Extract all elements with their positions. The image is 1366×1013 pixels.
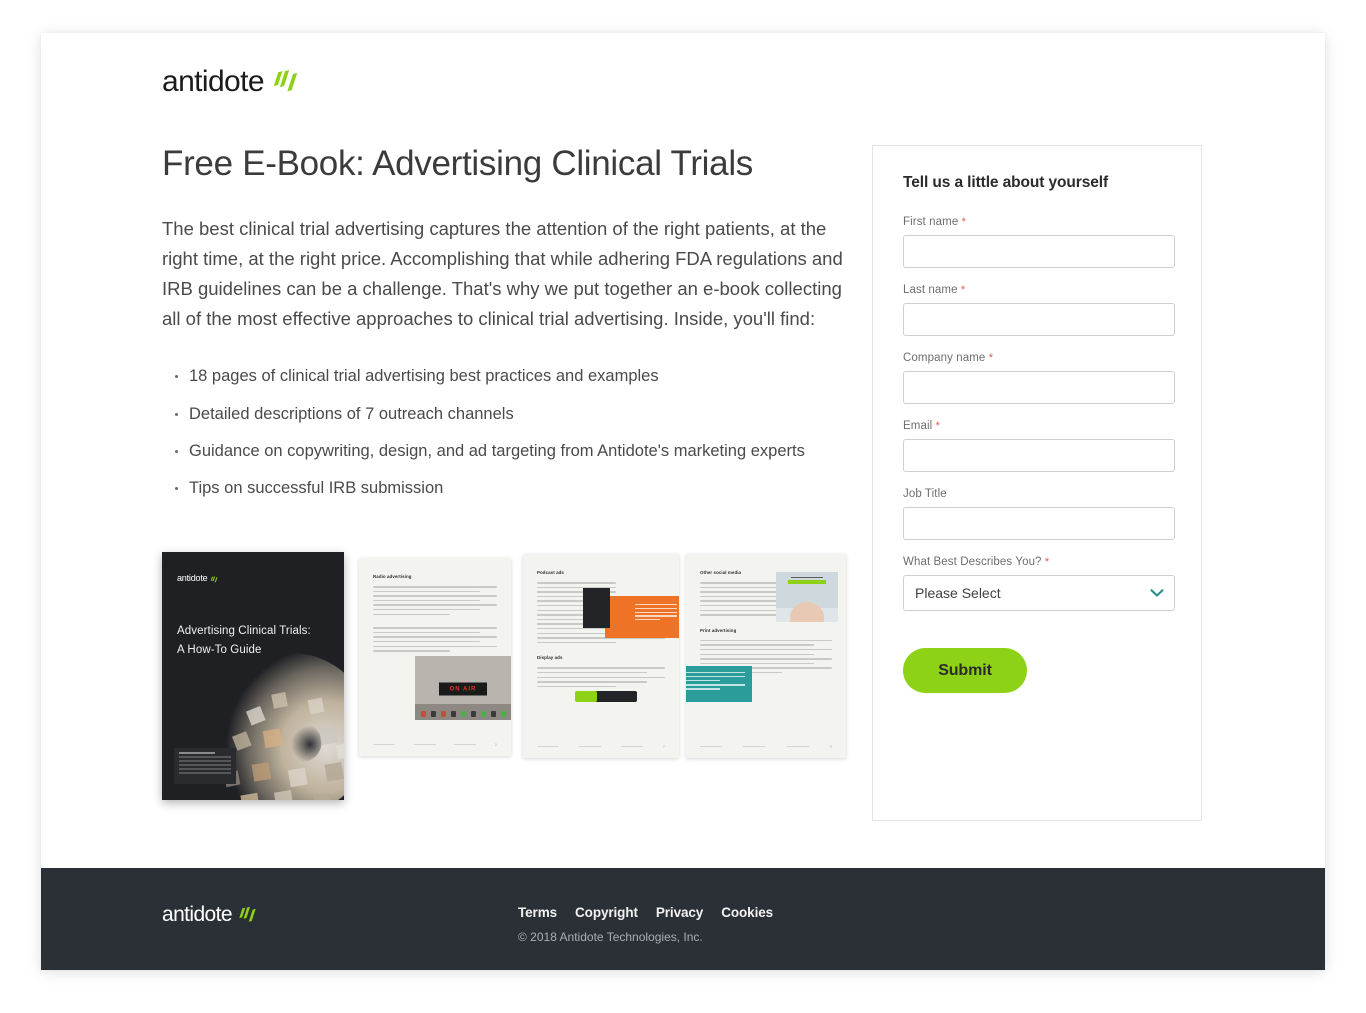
field-last-name: Last name * — [903, 284, 1175, 336]
pull-quote-block — [686, 666, 752, 702]
footer-antidote-mark-icon — [239, 906, 256, 922]
footer-logo[interactable]: antidote — [162, 904, 259, 925]
submit-button[interactable]: Submit — [903, 648, 1027, 693]
required-marker: * — [960, 284, 966, 296]
list-item: Detailed descriptions of 7 outreach chan… — [175, 404, 852, 425]
footer-links: Terms Copyright Privacy Cookies — [518, 905, 773, 920]
header-logo[interactable]: antidote — [162, 67, 302, 97]
radio-studio-photo: ON AIR — [415, 656, 511, 720]
list-item: Guidance on copywriting, design, and ad … — [175, 441, 852, 462]
page-heading-2: Print advertising — [700, 627, 737, 633]
page-footer: 9 — [700, 744, 832, 749]
job-title-label: Job Title — [903, 488, 947, 500]
cover-title: Advertising Clinical Trials: A How-To Gu… — [177, 622, 327, 660]
mixer-keys — [415, 704, 511, 720]
antidote-mark-icon — [273, 70, 298, 92]
footer-link-copyright[interactable]: Copyright — [575, 905, 638, 920]
company-name-label: Company name * — [903, 352, 994, 364]
hero-paragraph: The best clinical trial advertising capt… — [162, 218, 843, 330]
form-title: Tell us a little about yourself — [903, 174, 1109, 191]
hero-content: Free E-Book: Advertising Clinical Trials… — [162, 144, 852, 516]
on-air-sign-icon: ON AIR — [439, 682, 487, 696]
cover-title-line2: A How-To Guide — [177, 643, 262, 656]
footer-link-privacy[interactable]: Privacy — [656, 905, 703, 920]
required-marker: * — [935, 420, 940, 432]
cover-title-line1: Advertising Clinical Trials: — [177, 625, 311, 637]
field-describes-you: What Best Describes You? * Please Select — [903, 556, 1175, 611]
ebook-cover-thumbnail: antidote Advertising Clinical Trials: A … — [162, 552, 344, 800]
ebook-preview-gallery: antidote Advertising Clinical Trials: A … — [162, 546, 862, 806]
email-label: Email * — [903, 420, 940, 432]
page-footer: 7 — [537, 744, 665, 749]
required-marker: * — [988, 352, 994, 364]
company-name-input[interactable] — [903, 371, 1175, 404]
field-first-name: First name * — [903, 216, 1175, 268]
landing-page-card: antidote Free E-Book: Advertising Clinic… — [41, 33, 1325, 970]
first-name-input[interactable] — [903, 235, 1175, 268]
ebook-page-thumbnail: Podcast ads Display ads 7 — [523, 554, 679, 758]
page-title: Free E-Book: Advertising Clinical Trials — [162, 144, 753, 183]
required-marker: * — [961, 216, 967, 228]
describes-you-select[interactable]: Please Select — [903, 575, 1175, 611]
display-ad-sample — [575, 691, 637, 702]
field-company-name: Company name * — [903, 352, 1175, 404]
feature-list: 18 pages of clinical trial advertising b… — [162, 366, 852, 500]
cover-logo: antidote — [177, 574, 219, 583]
cover-antidote-mark-icon — [211, 576, 218, 583]
select-selected-value: Please Select — [915, 585, 1001, 601]
chevron-down-icon[interactable] — [1150, 589, 1164, 598]
required-marker: * — [1044, 556, 1050, 568]
cover-brand-text: antidote — [177, 573, 208, 583]
footer-link-cookies[interactable]: Cookies — [721, 905, 773, 920]
page-footer-bar: antidote Terms Copyright Privacy Cookies… — [41, 868, 1325, 970]
last-name-input[interactable] — [903, 303, 1175, 336]
describes-you-label: What Best Describes You? * — [903, 556, 1050, 568]
field-job-title: Job Title — [903, 488, 1175, 540]
cover-footnote-block — [174, 748, 236, 784]
page-heading: Radio advertising — [373, 574, 412, 579]
social-ad-photo — [776, 572, 838, 622]
page-heading: Podcast ads — [537, 570, 564, 575]
ebook-page-thumbnail: Other social media Print advertising 9 — [686, 554, 846, 758]
list-item: Tips on successful IRB submission — [175, 478, 852, 499]
list-item: 18 pages of clinical trial advertising b… — [175, 366, 852, 387]
brand-wordmark: antidote — [162, 65, 265, 98]
footer-link-terms[interactable]: Terms — [518, 905, 557, 920]
footer-brand-wordmark: antidote — [162, 903, 233, 926]
field-email: Email * — [903, 420, 1175, 472]
last-name-label: Last name * — [903, 284, 966, 296]
ebook-page-thumbnail: Radio advertising ON AIR 2 — [359, 558, 511, 756]
podcast-cover-art — [583, 588, 610, 628]
copyright-text: © 2018 Antidote Technologies, Inc. — [518, 930, 703, 944]
on-air-label: ON AIR — [449, 686, 477, 693]
lead-capture-form: Tell us a little about yourself First na… — [872, 145, 1202, 821]
email-input[interactable] — [903, 439, 1175, 472]
podcast-callout — [583, 588, 679, 638]
job-title-input[interactable] — [903, 507, 1175, 540]
page-footer: 2 — [373, 742, 497, 747]
page-heading-2: Display ads — [537, 655, 563, 661]
first-name-label: First name * — [903, 216, 967, 228]
